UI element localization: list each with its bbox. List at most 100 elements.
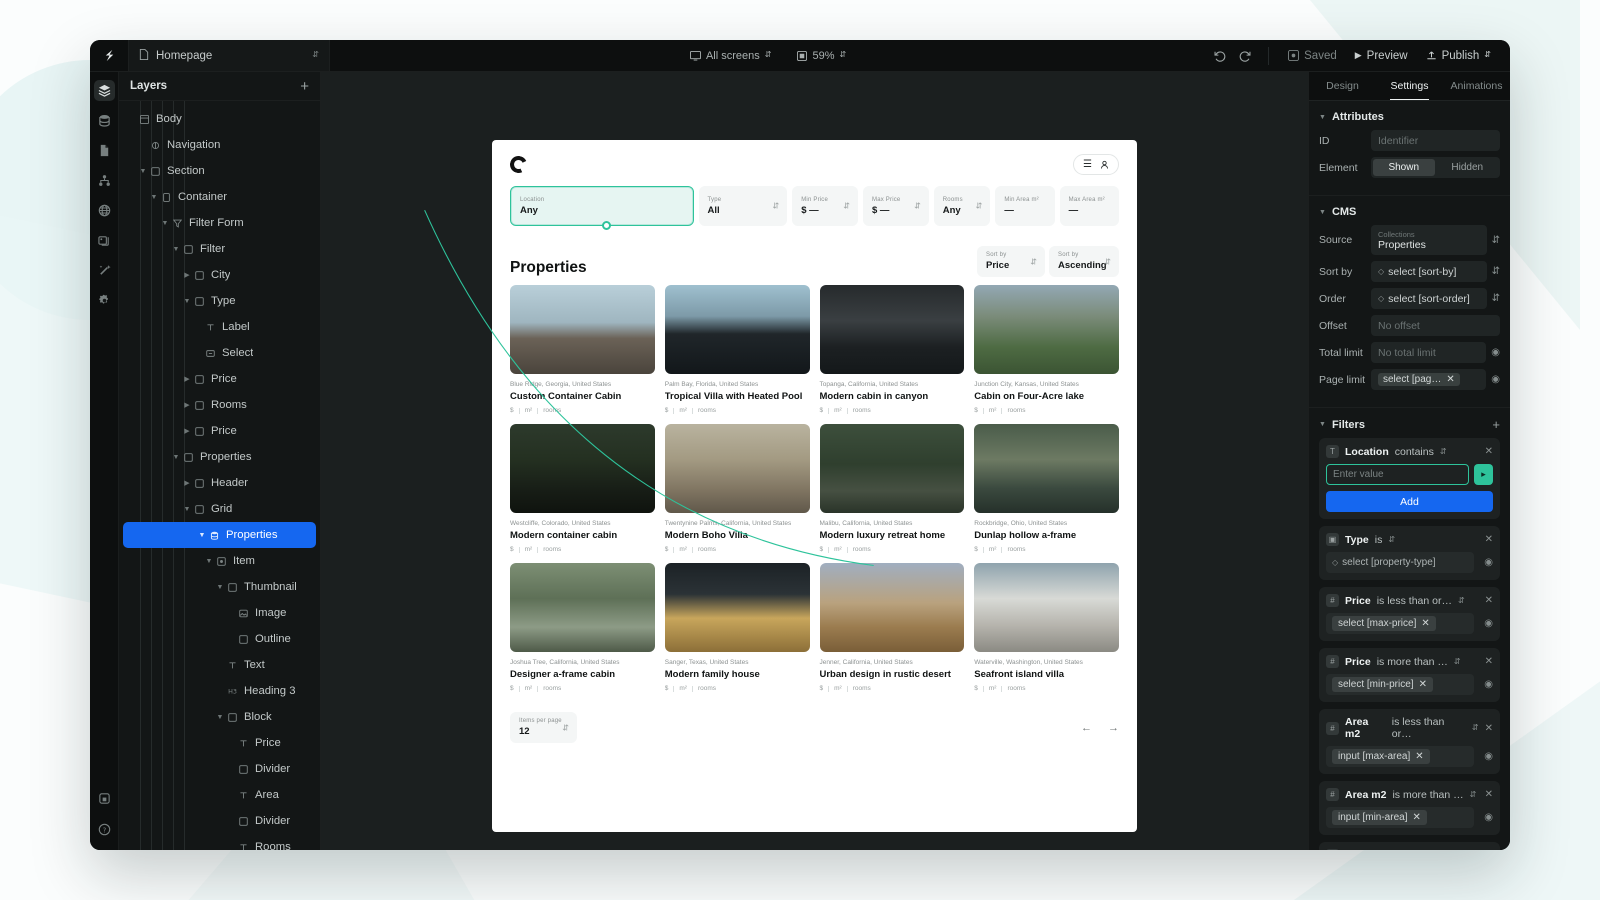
layer-node[interactable]: Rooms	[119, 834, 320, 850]
filter-value-field[interactable]: select [min-price] ✕	[1326, 674, 1475, 695]
close-icon[interactable]: ✕	[1412, 812, 1420, 823]
property-card[interactable]: Twentynine Palms, California, United Sta…	[664, 424, 810, 553]
chevron-updown-icon[interactable]: ⇵	[1458, 596, 1465, 604]
property-card[interactable]: Malibu, California, United States Modern …	[819, 424, 965, 553]
binding-connect-button[interactable]: ▸	[1474, 464, 1493, 485]
close-icon[interactable]: ✕	[1485, 595, 1493, 606]
disclosure-caret-icon[interactable]: ▼	[204, 558, 214, 565]
filter-field-min-area-m[interactable]: Min Area m² —	[995, 186, 1055, 226]
property-thumbnail[interactable]	[819, 424, 965, 513]
disclosure-caret-icon[interactable]: ▶	[182, 479, 192, 487]
property-thumbnail[interactable]	[664, 563, 810, 652]
close-icon[interactable]: ✕	[1421, 618, 1429, 629]
tab-design[interactable]: Design	[1309, 72, 1376, 100]
layer-node[interactable]: ▼ Thumbnail	[119, 574, 320, 600]
chevron-updown-icon[interactable]: ⇵	[1472, 724, 1479, 732]
filter-operator[interactable]: is less than or…	[1392, 716, 1466, 740]
layer-node[interactable]: ▼ Type	[119, 288, 320, 314]
undo-button[interactable]	[1206, 43, 1232, 69]
property-grid[interactable]: Blue Ridge, Georgia, United States Custom…	[492, 285, 1137, 692]
layers-tree[interactable]: Body Navigation ▼ Section ▼ Container ▼ Filter …	[119, 101, 320, 850]
chevron-updown-icon[interactable]: ⇵	[1492, 235, 1500, 246]
filter-value-field[interactable]: select [max-price] ✕	[1326, 613, 1475, 634]
layer-node[interactable]: ▶ Price	[119, 418, 320, 444]
layer-node[interactable]: ▼ Filter	[119, 236, 320, 262]
disclosure-caret-icon[interactable]: ▶	[182, 271, 192, 279]
chevron-updown-icon[interactable]: ⇵	[843, 202, 850, 210]
filter-field-location[interactable]: Location Any	[510, 186, 694, 230]
sitemap-icon[interactable]	[94, 170, 115, 191]
layer-node[interactable]: Divider	[119, 756, 320, 782]
close-icon[interactable]: ✕	[1419, 679, 1427, 690]
zoom-selector[interactable]: 59% ⇵	[797, 50, 846, 62]
layer-node[interactable]: ▼ Item	[119, 548, 320, 574]
filter-value-token[interactable]: input [min-area] ✕	[1332, 810, 1427, 825]
layer-node[interactable]: ▼ Container	[119, 184, 320, 210]
cms-header[interactable]: ▼ CMS	[1319, 203, 1500, 225]
disclosure-caret-icon[interactable]: ▼	[215, 714, 225, 721]
layer-node[interactable]: ▶ Price	[119, 366, 320, 392]
property-thumbnail[interactable]	[819, 563, 965, 652]
filter-rule-card[interactable]: # Area m2 is less than or… ⇵ ✕ input [max-are…	[1319, 709, 1500, 774]
close-icon[interactable]: ✕	[1485, 723, 1493, 734]
layer-node[interactable]: Label	[119, 314, 320, 340]
total-limit-field[interactable]: No total limit	[1371, 342, 1487, 363]
arrow-left-icon[interactable]: ←	[1081, 722, 1092, 734]
close-icon[interactable]: ✕	[1415, 751, 1423, 762]
add-filter-value-button[interactable]: Add	[1326, 491, 1493, 512]
binding-target-icon[interactable]: ◉	[1491, 374, 1500, 385]
filter-value-field[interactable]: input [max-area] ✕	[1326, 746, 1475, 767]
property-filter-bar[interactable]: Location Any Type All ⇵ Min Price $ — ⇵ Max Pric…	[492, 181, 1137, 230]
arrow-right-icon[interactable]: →	[1108, 722, 1119, 734]
layer-node[interactable]: Select	[119, 340, 320, 366]
property-thumbnail[interactable]	[974, 424, 1119, 513]
filter-value-field[interactable]: ◇ select [property-type]	[1326, 552, 1475, 573]
disclosure-caret-icon[interactable]: ▼	[215, 584, 225, 591]
binding-target-icon[interactable]: ◉	[1484, 812, 1493, 823]
property-card[interactable]: Joshua Tree, California, United States De…	[510, 563, 655, 692]
sort-controls[interactable]: Sort by Price ⇵ Sort by Ascending ⇵	[977, 246, 1119, 277]
filter-value-token[interactable]: input [max-area] ✕	[1332, 749, 1430, 764]
layer-node[interactable]: ▶ Rooms	[119, 392, 320, 418]
disclosure-caret-icon[interactable]: ▶	[182, 375, 192, 383]
site-logo[interactable]	[507, 153, 530, 176]
disclosure-caret-icon[interactable]: ▼	[171, 246, 181, 253]
disclosure-caret-icon[interactable]: ▼	[197, 532, 207, 539]
attributes-header[interactable]: ▼ Attributes	[1319, 108, 1500, 130]
inspector-tabs[interactable]: Design Settings Animations	[1309, 72, 1510, 101]
close-icon[interactable]: ✕	[1485, 446, 1493, 457]
filters-header[interactable]: ▼ Filters +	[1319, 415, 1500, 438]
property-card[interactable]: Jenner, California, United States Urban d…	[819, 563, 965, 692]
disclosure-caret-icon[interactable]: ▶	[182, 401, 192, 409]
chevron-updown-icon[interactable]: ⇵	[914, 202, 921, 210]
filter-value-token[interactable]: select [max-price] ✕	[1332, 616, 1436, 631]
brand-logo[interactable]	[90, 40, 128, 71]
menu-account-button[interactable]: ☰	[1073, 154, 1119, 175]
shown-option[interactable]: Shown	[1373, 159, 1435, 176]
redo-button[interactable]	[1232, 43, 1258, 69]
publish-button[interactable]: Publish ⇵	[1417, 45, 1500, 67]
chevron-updown-icon[interactable]: ⇵	[1492, 266, 1500, 277]
sort-by-select[interactable]: ◇ select [sort-by]	[1371, 261, 1487, 282]
close-icon[interactable]: ✕	[1485, 789, 1493, 800]
magic-wand-icon[interactable]	[94, 260, 115, 281]
preview-button[interactable]: ▶ Preview	[1346, 45, 1417, 67]
filter-rule-card[interactable]: T Location contains ⇵ ✕ Enter value ▸ Add	[1319, 438, 1500, 519]
hidden-option[interactable]: Hidden	[1437, 159, 1499, 176]
help-icon[interactable]: ?	[94, 819, 115, 840]
filter-operator[interactable]: contains	[1395, 446, 1434, 458]
disclosure-caret-icon[interactable]: ▼	[182, 506, 192, 513]
property-thumbnail[interactable]	[510, 424, 655, 513]
filter-value-field[interactable]: input [min-area] ✕	[1326, 807, 1475, 828]
filter-operator[interactable]: is more than …	[1377, 656, 1448, 668]
filter-field-max-area-m[interactable]: Max Area m² —	[1059, 186, 1119, 226]
layer-node[interactable]: Divider	[119, 808, 320, 834]
chevron-updown-icon[interactable]: ⇵	[1470, 790, 1477, 798]
source-select[interactable]: Collections Properties	[1371, 225, 1487, 255]
binding-target-icon[interactable]: ◉	[1484, 751, 1493, 762]
layer-node[interactable]: Text	[119, 652, 320, 678]
filter-rule-card[interactable]: # Area m2 is more than … ⇵ ✕ input [min-area]…	[1319, 781, 1500, 835]
binding-target-icon[interactable]: ◉	[1484, 679, 1493, 690]
layer-node[interactable]: ▼ Section	[119, 158, 320, 184]
chevron-updown-icon[interactable]: ⇵	[1492, 293, 1500, 304]
